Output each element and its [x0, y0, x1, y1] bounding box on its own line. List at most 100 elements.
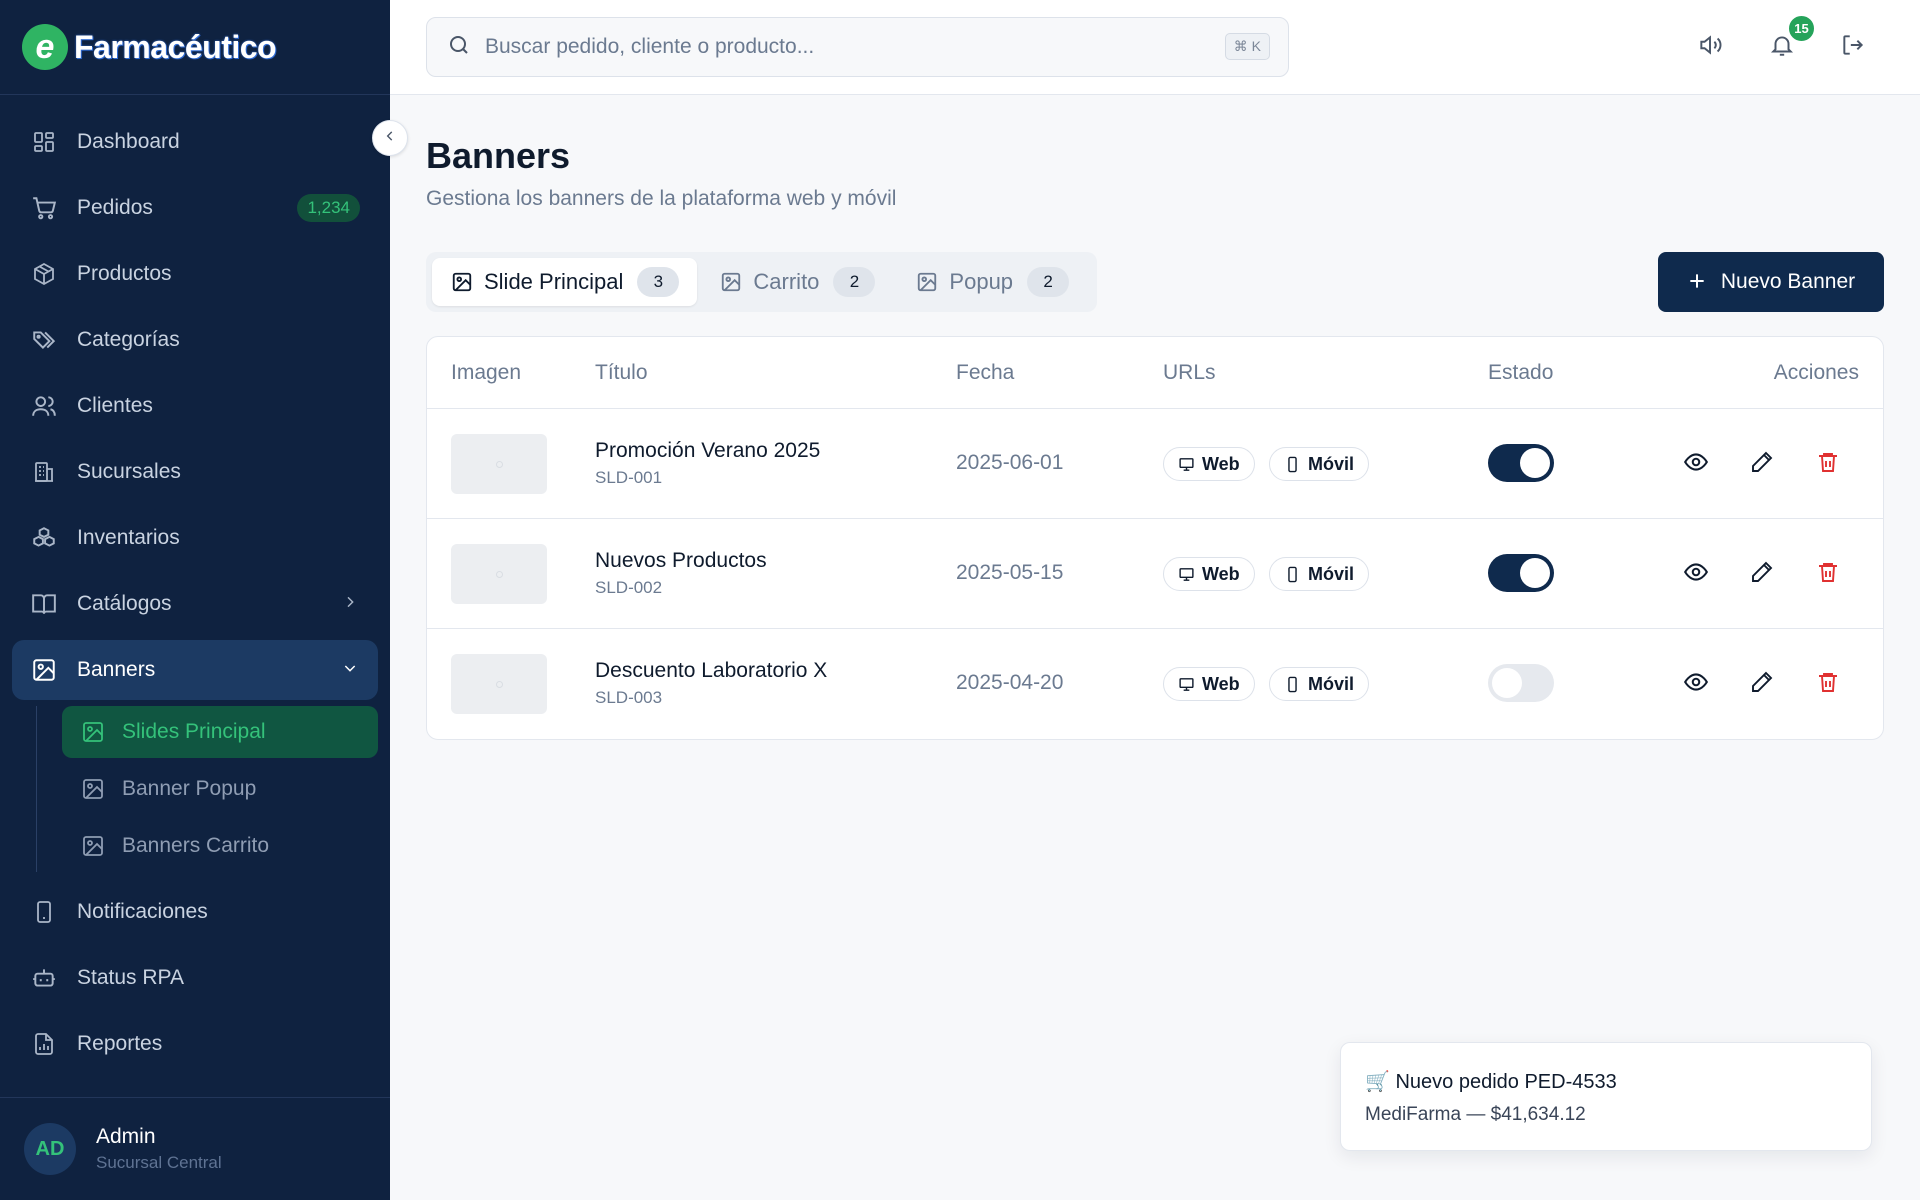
mobile-url-chip[interactable]: Móvil — [1269, 557, 1370, 591]
sidebar-item-clientes[interactable]: Clientes — [12, 376, 378, 436]
smartphone-icon — [1284, 676, 1301, 693]
banner-type-tabs: Slide Principal 3 Carrito 2 Popup 2 — [426, 252, 1098, 312]
delete-button[interactable] — [1811, 557, 1845, 591]
web-url-label: Web — [1202, 673, 1240, 694]
user-profile[interactable]: AD Admin Sucursal Central — [0, 1097, 390, 1200]
web-url-label: Web — [1202, 563, 1240, 584]
table-row: Nuevos Productos SLD-002 2025-05-15 Web … — [427, 519, 1883, 629]
banner-title: Descuento Laboratorio X — [595, 659, 828, 682]
bot-icon — [30, 964, 58, 992]
new-order-toast[interactable]: 🛒 Nuevo pedido PED-4533 MediFarma — $41,… — [1340, 1042, 1872, 1151]
notification-count-badge: 15 — [1786, 13, 1817, 44]
delete-button[interactable] — [1811, 447, 1845, 481]
speaker-icon — [1697, 32, 1723, 63]
sidebar-item-reportes[interactable]: Reportes — [12, 1014, 378, 1074]
monitor-icon — [1178, 676, 1195, 693]
web-url-chip[interactable]: Web — [1163, 447, 1255, 481]
logout-button[interactable] — [1836, 30, 1870, 64]
logo-area: e Farmacéutico — [0, 0, 390, 95]
sidebar-item-productos[interactable]: Productos — [12, 244, 378, 304]
pencil-icon — [1750, 450, 1774, 479]
monitor-icon — [1178, 566, 1195, 583]
tab-slide-principal[interactable]: Slide Principal 3 — [432, 258, 698, 306]
sidebar-item-categorias[interactable]: Categorías — [12, 310, 378, 370]
status-toggle[interactable] — [1488, 554, 1554, 592]
delete-button[interactable] — [1811, 667, 1845, 701]
pencil-icon — [1750, 560, 1774, 589]
banner-code: SLD-003 — [595, 688, 663, 707]
view-button[interactable] — [1679, 447, 1713, 481]
banner-date: 2025-06-01 — [956, 451, 1064, 474]
banner-thumbnail[interactable] — [451, 544, 547, 604]
sidebar-item-label: Reportes — [77, 1032, 163, 1055]
mobile-url-chip[interactable]: Móvil — [1269, 667, 1370, 701]
app-logo[interactable]: e Farmacéutico — [22, 24, 277, 70]
edit-button[interactable] — [1745, 557, 1779, 591]
search-input[interactable] — [485, 35, 1205, 59]
sidebar-item-label: Productos — [77, 262, 172, 285]
sidebar-subitem-banner-popup[interactable]: Banner Popup — [62, 763, 378, 815]
sidebar-item-sucursales[interactable]: Sucursales — [12, 442, 378, 502]
image-placeholder-icon — [495, 570, 503, 578]
toast-title: 🛒 Nuevo pedido PED-4533 — [1365, 1071, 1617, 1093]
sidebar: e Farmacéutico Dashboard Pedidos 1,234 P… — [0, 0, 390, 1200]
search-bar[interactable]: ⌘ K — [426, 17, 1289, 77]
sidebar-item-inventarios[interactable]: Inventarios — [12, 508, 378, 568]
image-icon — [80, 776, 106, 802]
trash-icon — [1816, 450, 1840, 479]
sidebar-item-label: Catálogos — [77, 592, 172, 615]
view-button[interactable] — [1679, 557, 1713, 591]
sidebar-subitem-slides-principal[interactable]: Slides Principal — [62, 706, 378, 758]
sidebar-item-catalogos[interactable]: Catálogos — [12, 574, 378, 634]
column-header-actions: Acciones — [1773, 360, 1859, 384]
web-url-chip[interactable]: Web — [1163, 667, 1255, 701]
column-header-status: Estado — [1488, 360, 1554, 384]
banner-thumbnail[interactable] — [451, 654, 547, 714]
toggle-knob — [1520, 448, 1550, 478]
chevron-down-icon — [342, 658, 358, 682]
banner-date: 2025-04-20 — [956, 671, 1064, 694]
new-banner-button[interactable]: Nuevo Banner — [1658, 252, 1884, 312]
logo-text: Farmacéutico — [74, 28, 277, 65]
shortcut-hint: ⌘ K — [1224, 33, 1270, 60]
sound-toggle-button[interactable] — [1693, 30, 1727, 64]
mobile-url-label: Móvil — [1308, 453, 1355, 474]
sidebar-item-banners[interactable]: Banners — [12, 640, 378, 700]
tab-label: Carrito — [753, 269, 820, 294]
monitor-icon — [1178, 456, 1195, 473]
image-icon — [450, 270, 474, 294]
tab-count-badge: 2 — [833, 267, 876, 297]
status-toggle[interactable] — [1488, 664, 1554, 702]
user-name: Admin — [96, 1125, 156, 1148]
eye-icon — [1683, 669, 1709, 700]
smartphone-icon — [1284, 566, 1301, 583]
notifications-button[interactable]: 15 — [1765, 13, 1817, 64]
collapse-sidebar-button[interactable] — [372, 120, 408, 156]
user-branch: Sucursal Central — [96, 1153, 222, 1172]
sidebar-item-status-rpa[interactable]: Status RPA — [12, 948, 378, 1008]
sidebar-item-label: Clientes — [77, 394, 153, 417]
tab-popup[interactable]: Popup 2 — [897, 258, 1087, 306]
edit-button[interactable] — [1745, 447, 1779, 481]
sidebar-subitem-banners-carrito[interactable]: Banners Carrito — [62, 820, 378, 872]
sidebar-subitem-label: Banner Popup — [122, 777, 257, 800]
sidebar-item-notificaciones[interactable]: Notificaciones — [12, 882, 378, 942]
sidebar-item-label: Dashboard — [77, 130, 180, 153]
avatar: AD — [24, 1123, 76, 1175]
banner-thumbnail[interactable] — [451, 434, 547, 494]
topbar: ⌘ K 15 — [390, 0, 1920, 95]
mobile-url-chip[interactable]: Móvil — [1269, 447, 1370, 481]
sidebar-nav: Dashboard Pedidos 1,234 Productos Catego… — [0, 95, 390, 1074]
toast-body: MediFarma — $41,634.12 — [1365, 1104, 1586, 1125]
web-url-chip[interactable]: Web — [1163, 557, 1255, 591]
dashboard-icon — [30, 128, 58, 156]
report-icon — [30, 1030, 58, 1058]
edit-button[interactable] — [1745, 667, 1779, 701]
image-placeholder-icon — [495, 680, 503, 688]
sidebar-item-pedidos[interactable]: Pedidos 1,234 — [12, 178, 378, 238]
banner-title: Promoción Verano 2025 — [595, 439, 821, 462]
tab-carrito[interactable]: Carrito 2 — [701, 258, 893, 306]
sidebar-item-dashboard[interactable]: Dashboard — [12, 112, 378, 172]
status-toggle[interactable] — [1488, 444, 1554, 482]
view-button[interactable] — [1679, 667, 1713, 701]
